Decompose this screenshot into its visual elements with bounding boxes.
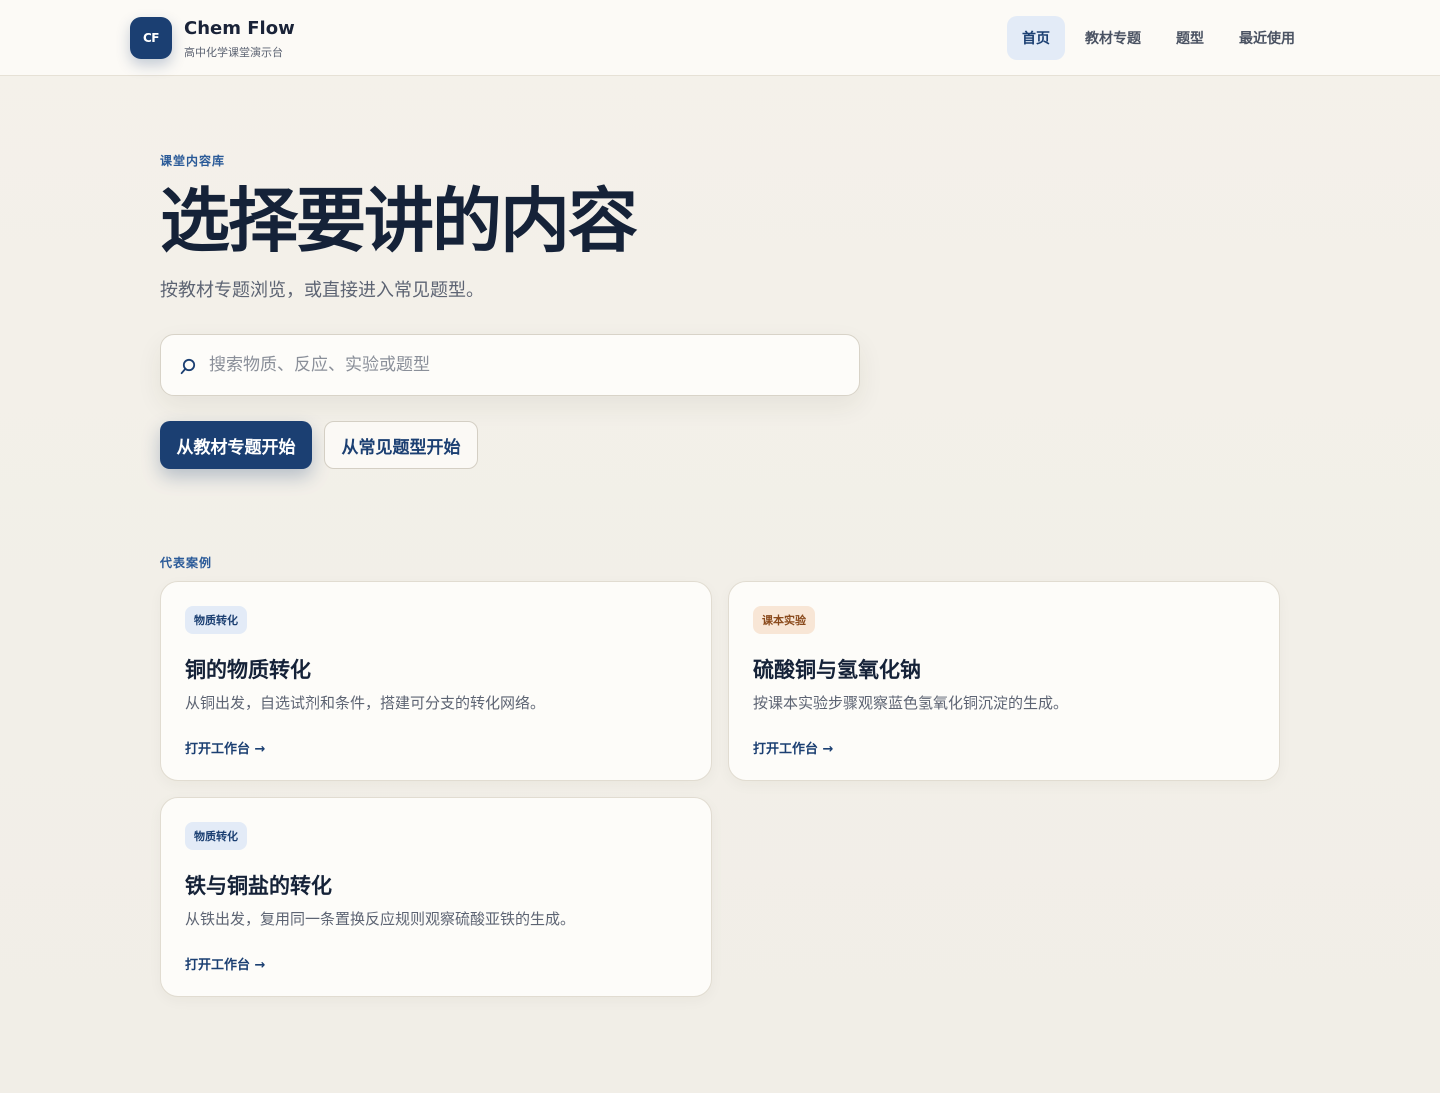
case-tag: 课本实验 — [753, 606, 815, 634]
case-card[interactable]: 课本实验 硫酸铜与氢氧化钠 按课本实验步骤观察蓝色氢氧化铜沉淀的生成。 打开工作… — [728, 581, 1280, 781]
top-header: CF Chem Flow 高中化学课堂演示台 首页 教材专题 题型 最近使用 — [0, 0, 1440, 76]
case-card[interactable]: 物质转化 铁与铜盐的转化 从铁出发，复用同一条置换反应规则观察硫酸亚铁的生成。 … — [160, 797, 712, 997]
page-title: 选择要讲的内容 — [160, 180, 638, 262]
case-tag: 物质转化 — [185, 606, 247, 634]
nav-item-home[interactable]: 首页 — [1007, 16, 1065, 60]
logo-badge[interactable]: CF — [130, 17, 172, 59]
case-title: 硫酸铜与氢氧化钠 — [753, 658, 921, 682]
nav-item-question-types[interactable]: 题型 — [1163, 16, 1217, 60]
search-icon — [180, 358, 196, 375]
brand-name[interactable]: Chem Flow — [184, 18, 295, 39]
case-description: 按课本实验步骤观察蓝色氢氧化铜沉淀的生成。 — [753, 694, 1069, 712]
case-card[interactable]: 物质转化 铜的物质转化 从铜出发，自选试剂和条件，搭建可分支的转化网络。 打开工… — [160, 581, 712, 781]
brand-subtitle: 高中化学课堂演示台 — [184, 46, 283, 59]
open-workbench-link[interactable]: 打开工作台 → — [185, 954, 265, 973]
open-workbench-link[interactable]: 打开工作台 → — [185, 738, 265, 757]
start-from-textbook-button[interactable]: 从教材专题开始 — [160, 421, 312, 469]
case-title: 铜的物质转化 — [185, 658, 311, 682]
search-box[interactable] — [160, 334, 860, 396]
case-tag: 物质转化 — [185, 822, 247, 850]
open-workbench-link[interactable]: 打开工作台 → — [753, 738, 833, 757]
search-input[interactable] — [209, 335, 829, 395]
hero-eyebrow: 课堂内容库 — [160, 154, 226, 168]
cases-heading: 代表案例 — [160, 556, 213, 570]
nav-item-textbook-topics[interactable]: 教材专题 — [1077, 16, 1149, 60]
case-title: 铁与铜盐的转化 — [185, 874, 332, 898]
nav-item-recent[interactable]: 最近使用 — [1229, 16, 1305, 60]
hero-subtitle: 按教材专题浏览，或直接进入常见题型。 — [160, 280, 484, 301]
case-description: 从铁出发，复用同一条置换反应规则观察硫酸亚铁的生成。 — [185, 910, 576, 928]
case-description: 从铜出发，自选试剂和条件，搭建可分支的转化网络。 — [185, 694, 546, 712]
start-from-question-types-button[interactable]: 从常见题型开始 — [324, 421, 478, 469]
